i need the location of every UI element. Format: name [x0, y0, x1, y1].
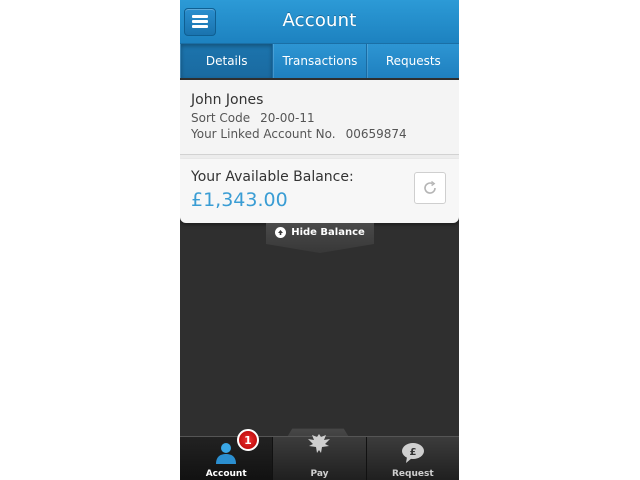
refresh-button[interactable] — [414, 172, 446, 204]
linked-account-label: Your Linked Account No. — [191, 127, 336, 141]
sort-code-value: 20-00-11 — [260, 111, 315, 125]
nav-account[interactable]: 1 Account — [180, 429, 274, 480]
tab-details[interactable]: Details — [180, 44, 274, 78]
sort-code-row: Sort Code 20-00-11 — [191, 111, 315, 125]
nav-pay[interactable]: Pay — [273, 434, 367, 480]
arrow-up-icon — [275, 227, 287, 238]
linked-account-value: 00659874 — [345, 127, 407, 141]
account-icon — [216, 443, 237, 464]
nav-account-label: Account — [205, 469, 247, 479]
eagle-icon — [308, 434, 331, 453]
account-holder-name: John Jones — [191, 92, 264, 108]
account-details-card: John Jones Sort Code 20-00-11 Your Linked… — [180, 80, 459, 155]
pound-speech-icon: £ — [401, 443, 424, 463]
tab-requests[interactable]: Requests — [366, 44, 459, 78]
tab-transactions[interactable]: Transactions — [273, 44, 367, 78]
balance-amount: £1,343.00 — [191, 189, 288, 211]
nav-pay-label: Pay — [310, 469, 329, 479]
nav-request-label: Request — [391, 469, 434, 479]
phone-screen: Account Details Transactions Requests Jo… — [180, 0, 459, 480]
notification-badge: 1 — [237, 429, 259, 451]
sort-code-label: Sort Code — [191, 111, 251, 125]
linked-account-row: Your Linked Account No. 00659874 — [191, 127, 407, 141]
bottom-nav: 1 Account Pay £ Request — [180, 429, 459, 480]
svg-text:£: £ — [409, 447, 416, 458]
tab-bar: Details Transactions Requests — [180, 44, 459, 78]
balance-card: Your Available Balance: £1,343.00 — [180, 159, 459, 223]
nav-request[interactable]: £ Request — [367, 437, 459, 480]
hide-balance-label: Hide Balance — [291, 227, 365, 238]
balance-label: Your Available Balance: — [191, 169, 354, 185]
app-header: Account — [180, 0, 459, 44]
refresh-icon — [424, 180, 436, 194]
hide-balance-button[interactable]: Hide Balance — [266, 223, 374, 253]
page-title: Account — [282, 10, 357, 31]
